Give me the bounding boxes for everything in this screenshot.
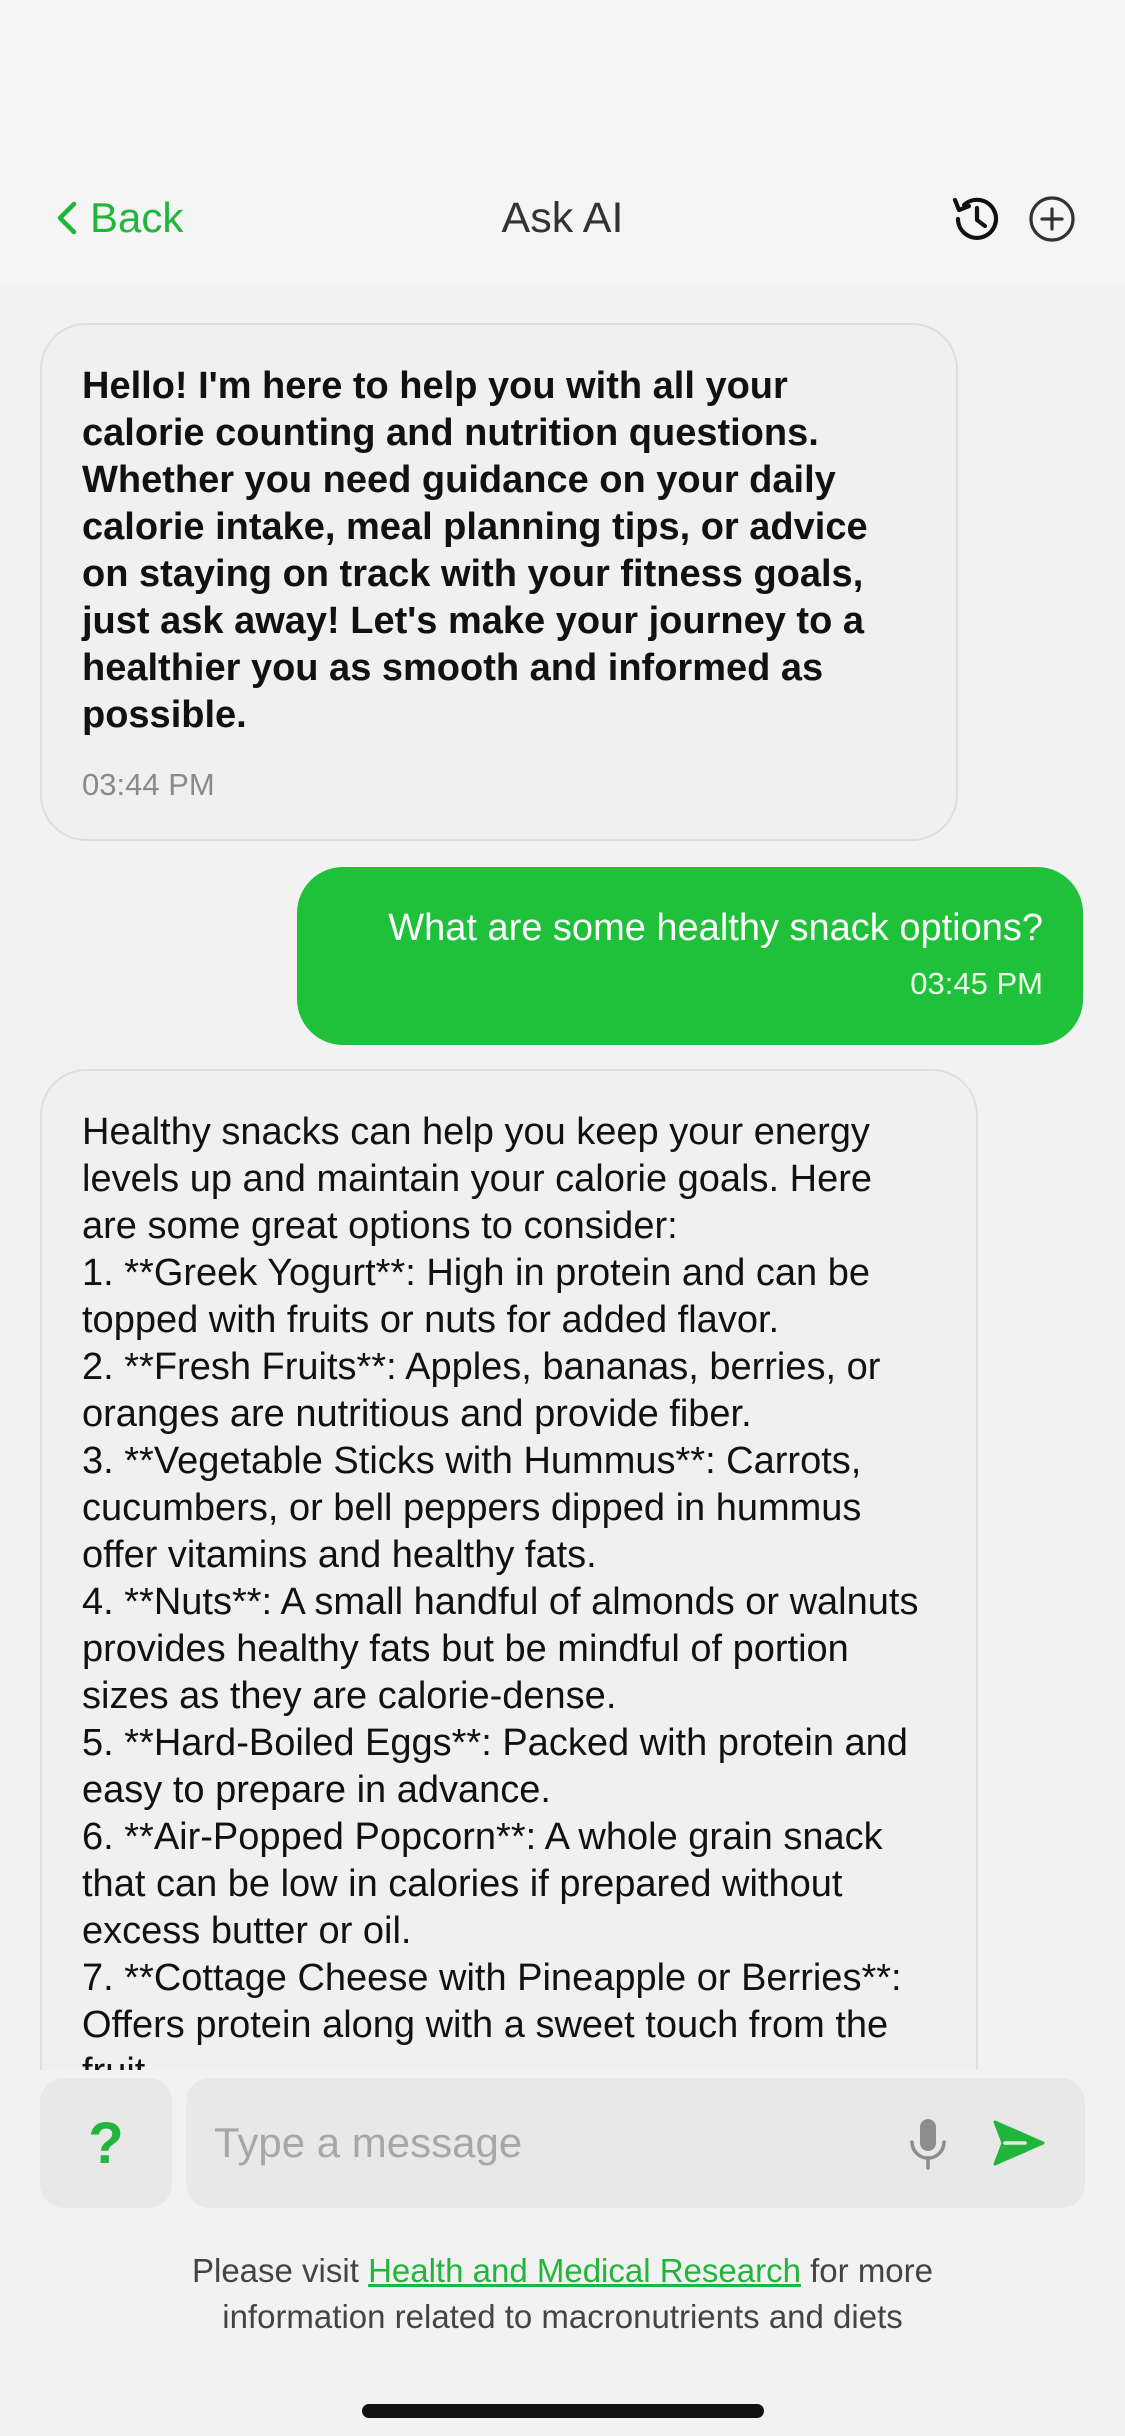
help-label: ?	[88, 2110, 124, 2176]
footer-line-2: information related to macronutrients an…	[222, 2298, 903, 2335]
chat-thread[interactable]: Hello! I'm here to help you with all you…	[0, 285, 1125, 2070]
assistant-message: Hello! I'm here to help you with all you…	[40, 323, 958, 841]
message-text: Healthy snacks can help you keep your en…	[82, 1111, 919, 2070]
message-timestamp: 03:44 PM	[82, 767, 215, 802]
status-bar	[0, 0, 1125, 140]
message-text: Hello! I'm here to help you with all you…	[82, 365, 879, 736]
microphone-icon[interactable]	[903, 2116, 953, 2172]
history-icon	[952, 197, 999, 240]
message-placeholder: Type a message	[214, 2119, 523, 2166]
footer-suffix: for more	[800, 2252, 934, 2289]
send-icon[interactable]	[991, 2118, 1047, 2168]
research-link[interactable]: Health and Medical Research	[368, 2252, 801, 2289]
home-indicator	[362, 2404, 764, 2418]
footer-line-1: Please visit Health and Medical Research…	[0, 2248, 1125, 2294]
plus-circle-icon	[1029, 196, 1075, 242]
help-button[interactable]: ?	[40, 2078, 172, 2208]
history-button[interactable]	[946, 190, 1004, 248]
user-message: What are some healthy snack options? 03:…	[297, 867, 1083, 1045]
new-chat-button[interactable]	[1023, 190, 1081, 248]
footer-note: Please visit Health and Medical Research…	[0, 2248, 1125, 2340]
message-text: What are some healthy snack options?	[388, 907, 1043, 949]
assistant-message: Healthy snacks can help you keep your en…	[40, 1069, 978, 2070]
message-input[interactable]: Type a message	[186, 2078, 1085, 2208]
message-timestamp: 03:45 PM	[910, 966, 1043, 1001]
footer-prefix: Please visit	[191, 2252, 369, 2289]
